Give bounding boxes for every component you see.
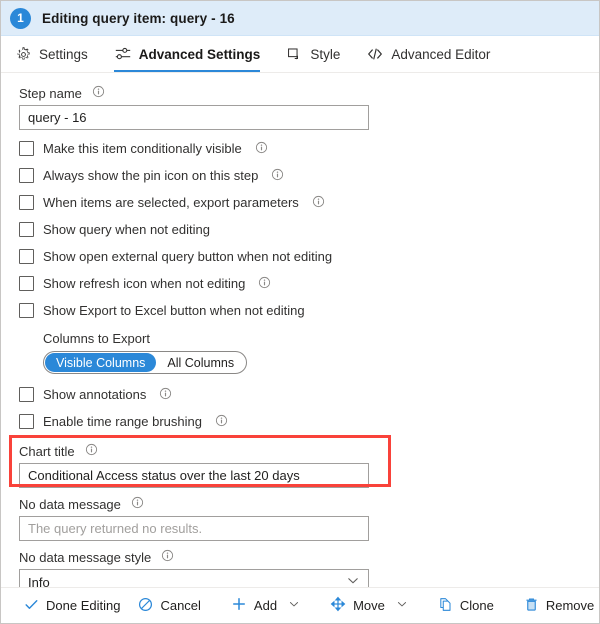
- checkbox-group-secondary: Show annotations Enable time range brush…: [19, 382, 599, 434]
- checkbox-row-conditionally-visible[interactable]: Make this item conditionally visible: [19, 136, 599, 161]
- step-name-label-row: Step name: [19, 85, 599, 101]
- tab-advanced-editor-label: Advanced Editor: [391, 46, 491, 62]
- add-button[interactable]: Add: [222, 592, 309, 620]
- code-brackets-icon: [366, 45, 384, 63]
- info-icon[interactable]: [215, 414, 228, 430]
- checkbox-row-time-range-brushing[interactable]: Enable time range brushing: [19, 409, 599, 434]
- move-arrows-icon: [330, 596, 346, 615]
- done-editing-button[interactable]: Done Editing: [15, 592, 129, 620]
- tab-bar: Settings Advanced Settings Style Advance…: [1, 36, 599, 73]
- tab-settings[interactable]: Settings: [11, 36, 100, 72]
- columns-to-export-group: Columns to Export Visible Columns All Co…: [43, 331, 599, 374]
- chart-title-label-row: Chart title: [19, 443, 599, 459]
- checkbox-row-show-refresh-icon[interactable]: Show refresh icon when not editing: [19, 271, 599, 296]
- info-icon[interactable]: [312, 195, 325, 211]
- checkbox-label: Always show the pin icon on this step: [43, 168, 259, 183]
- columns-to-export-toggle[interactable]: Visible Columns All Columns: [43, 351, 248, 374]
- chart-title-label: Chart title: [19, 443, 75, 459]
- checkbox-label: When items are selected, export paramete…: [43, 195, 299, 210]
- checkmark-icon: [24, 597, 39, 615]
- clone-label: Clone: [459, 598, 494, 613]
- checkbox-box[interactable]: [19, 168, 34, 183]
- info-icon[interactable]: [92, 85, 105, 101]
- columns-to-export-label: Columns to Export: [43, 331, 150, 346]
- checkbox-label: Show query when not editing: [43, 222, 210, 237]
- step-name-input[interactable]: [19, 105, 369, 130]
- checkbox-box[interactable]: [19, 387, 34, 402]
- info-icon[interactable]: [131, 496, 144, 512]
- checkbox-row-show-annotations[interactable]: Show annotations: [19, 382, 599, 407]
- editor-toolbar: Done Editing Cancel Add Move Clone Remov…: [1, 587, 599, 623]
- tab-style[interactable]: Style: [282, 36, 352, 72]
- info-icon[interactable]: [258, 276, 271, 292]
- gear-icon: [15, 46, 32, 63]
- checkbox-label: Make this item conditionally visible: [43, 141, 242, 156]
- style-square-icon: [286, 46, 303, 63]
- checkbox-row-show-open-external-query[interactable]: Show open external query button when not…: [19, 244, 599, 269]
- no-data-message-input[interactable]: [19, 516, 369, 541]
- tab-advanced-settings[interactable]: Advanced Settings: [110, 36, 273, 72]
- remove-label: Remove: [545, 598, 595, 613]
- clone-pages-icon: [438, 597, 453, 615]
- cancel-icon: [138, 597, 153, 615]
- checkbox-box[interactable]: [19, 414, 34, 429]
- checkbox-label: Show open external query button when not…: [43, 249, 333, 264]
- tab-advanced-editor[interactable]: Advanced Editor: [362, 36, 502, 72]
- checkbox-label: Show Export to Excel button when not edi…: [43, 303, 305, 318]
- info-icon[interactable]: [85, 443, 98, 459]
- no-data-message-style-label-row: No data message style: [19, 549, 599, 565]
- step-number-badge: 1: [10, 7, 31, 29]
- info-icon[interactable]: [271, 168, 284, 184]
- add-label: Add: [253, 598, 278, 613]
- checkbox-box[interactable]: [19, 222, 34, 237]
- checkbox-box[interactable]: [19, 195, 34, 210]
- tab-settings-label: Settings: [39, 46, 88, 62]
- checkbox-row-export-parameters[interactable]: When items are selected, export paramete…: [19, 190, 599, 215]
- checkbox-box[interactable]: [19, 141, 34, 156]
- done-editing-label: Done Editing: [46, 598, 121, 613]
- checkbox-label: Enable time range brushing: [43, 414, 202, 429]
- checkbox-group-primary: Make this item conditionally visible Alw…: [19, 136, 599, 323]
- no-data-message-field: No data message: [19, 496, 599, 541]
- move-label: Move: [353, 598, 385, 613]
- cancel-label: Cancel: [160, 598, 201, 613]
- chart-title-field: Chart title: [19, 443, 599, 488]
- no-data-message-label-row: No data message: [19, 496, 599, 512]
- trash-icon: [524, 597, 539, 615]
- checkbox-row-show-export-to-excel[interactable]: Show Export to Excel button when not edi…: [19, 298, 599, 323]
- plus-icon: [231, 596, 247, 615]
- step-name-label: Step name: [19, 85, 82, 101]
- chevron-down-icon[interactable]: [396, 598, 408, 613]
- sliders-icon: [114, 45, 132, 63]
- chevron-down-icon[interactable]: [288, 598, 300, 613]
- advanced-settings-form: Step name Make this item conditionally v…: [1, 73, 599, 595]
- remove-button[interactable]: Remove: [515, 592, 600, 620]
- pill-all-columns[interactable]: All Columns: [156, 353, 245, 372]
- checkbox-row-always-show-pin[interactable]: Always show the pin icon on this step: [19, 163, 599, 188]
- cancel-button[interactable]: Cancel: [129, 592, 209, 620]
- info-icon[interactable]: [161, 549, 174, 565]
- checkbox-label: Show refresh icon when not editing: [43, 276, 246, 291]
- info-icon[interactable]: [159, 387, 172, 403]
- clone-button[interactable]: Clone: [429, 592, 503, 620]
- editing-header: 1 Editing query item: query - 16: [1, 1, 599, 36]
- info-icon[interactable]: [255, 141, 268, 157]
- no-data-message-label: No data message: [19, 496, 121, 512]
- page-title: Editing query item: query - 16: [42, 10, 235, 26]
- no-data-message-style-label: No data message style: [19, 549, 152, 565]
- checkbox-box[interactable]: [19, 249, 34, 264]
- checkbox-box[interactable]: [19, 303, 34, 318]
- pill-visible-columns[interactable]: Visible Columns: [45, 353, 157, 372]
- tab-style-label: Style: [310, 46, 341, 62]
- checkbox-row-show-query[interactable]: Show query when not editing: [19, 217, 599, 242]
- chart-title-input[interactable]: [19, 463, 369, 488]
- checkbox-label: Show annotations: [43, 387, 147, 402]
- move-button[interactable]: Move: [321, 592, 417, 620]
- checkbox-box[interactable]: [19, 276, 34, 291]
- tab-advanced-settings-label: Advanced Settings: [138, 46, 261, 62]
